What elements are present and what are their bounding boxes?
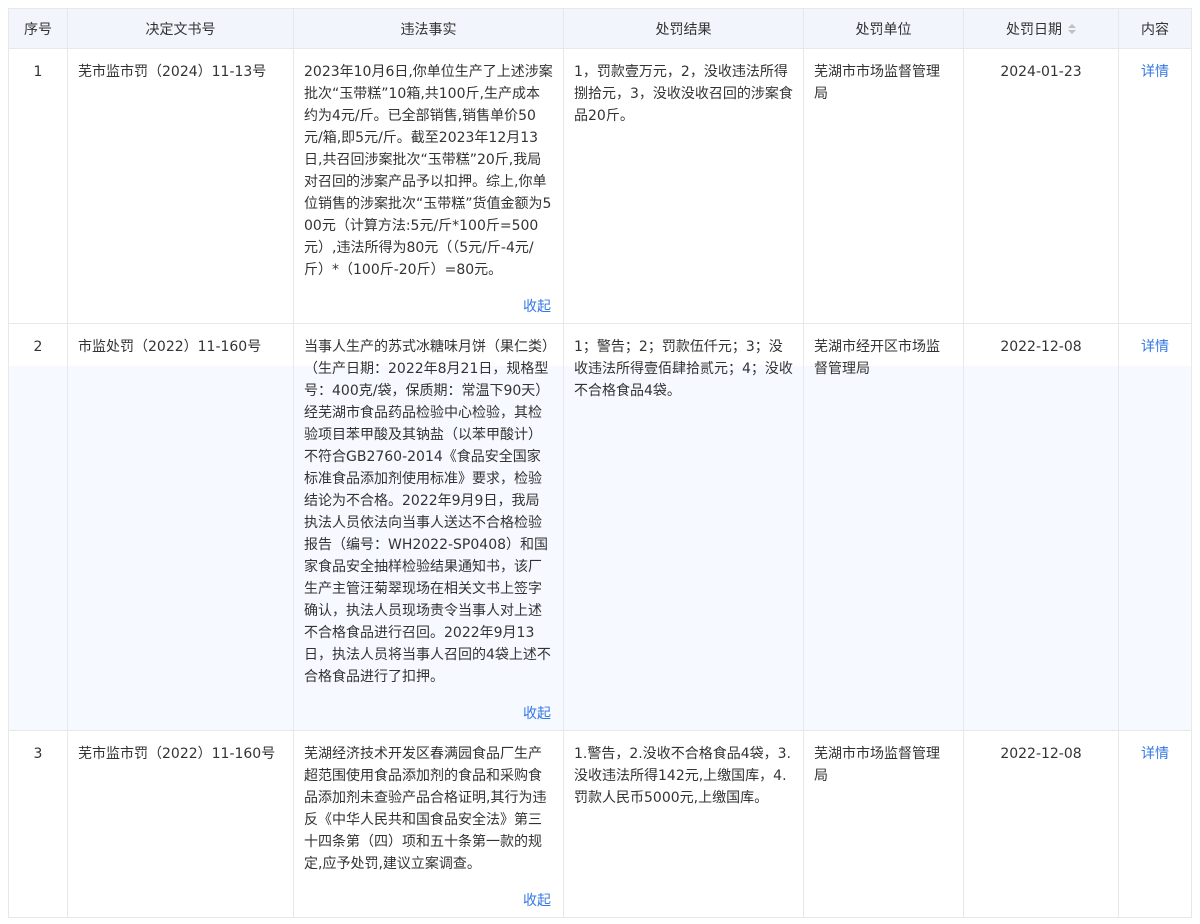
detail-link[interactable]: 详情 — [1141, 339, 1169, 355]
row-unit: 芜湖市市场监督管理局 — [814, 64, 940, 102]
row-result: 1，罚款壹万元，2，没收违法所得捌拾元，3，没收没收召回的涉案食品20斤。 — [574, 64, 793, 124]
cell-unit: 芜湖市经开区市场监督管理局 — [803, 324, 963, 731]
row-doc-no: 市监处罚（2022）11-160号 — [78, 339, 262, 355]
cell-unit: 芜湖市市场监督管理局 — [803, 49, 963, 324]
row-result: 1.警告，2.没收不合格食品4袋，3.没收违法所得142元,上缴国库，4.罚款人… — [574, 746, 791, 806]
table-row: 2 市监处罚（2022）11-160号 当事人生产的苏式冰糖味月饼（果仁类）（生… — [8, 324, 1192, 731]
header-doc-no: 决定文书号 — [67, 8, 293, 49]
header-facts-label: 违法事实 — [400, 21, 457, 38]
cell-facts: 当事人生产的苏式冰糖味月饼（果仁类）（生产日期：2022年8月21日，规格型号：… — [293, 324, 563, 731]
header-index: 序号 — [8, 8, 67, 49]
cell-result: 1，罚款壹万元，2，没收违法所得捌拾元，3，没收没收召回的涉案食品20斤。 — [563, 49, 803, 324]
row-date: 2022-12-08 — [1000, 339, 1082, 355]
header-result: 处罚结果 — [563, 8, 803, 49]
cell-doc-no: 市监处罚（2022）11-160号 — [67, 324, 293, 731]
collapse-link[interactable]: 收起 — [523, 891, 551, 911]
cell-date: 2024-01-23 — [963, 49, 1118, 324]
cell-result: 1.警告，2.没收不合格食品4袋，3.没收违法所得142元,上缴国库，4.罚款人… — [563, 731, 803, 918]
sort-caret-icon[interactable] — [1068, 23, 1076, 34]
table-row: 1 芜市监市罚（2024）11-13号 2023年10月6日,你单位生产了上述涉… — [8, 49, 1192, 324]
table-header: 序号 决定文书号 违法事实 处罚结果 处罚单位 处罚日期 内容 — [8, 8, 1192, 49]
cell-content: 详情 — [1118, 49, 1192, 324]
collapse-link[interactable]: 收起 — [523, 297, 551, 317]
row-facts: 芜湖经济技术开发区春满园食品厂生产超范围使用食品添加剂的食品和采购食品添加剂未查… — [304, 746, 547, 872]
cell-index: 3 — [8, 731, 67, 918]
detail-link[interactable]: 详情 — [1141, 746, 1169, 762]
header-result-label: 处罚结果 — [655, 21, 712, 38]
cell-facts: 芜湖经济技术开发区春满园食品厂生产超范围使用食品添加剂的食品和采购食品添加剂未查… — [293, 731, 563, 918]
collapse-link[interactable]: 收起 — [523, 704, 551, 724]
row-result: 1；警告；2；罚款伍仟元；3；没收违法所得壹佰肆拾贰元；4；没收不合格食品4袋。 — [574, 339, 793, 399]
cell-doc-no: 芜市监市罚（2022）11-160号 — [67, 731, 293, 918]
row-facts: 当事人生产的苏式冰糖味月饼（果仁类）（生产日期：2022年8月21日，规格型号：… — [304, 339, 551, 685]
header-content-label: 内容 — [1141, 21, 1169, 38]
header-unit-label: 处罚单位 — [855, 21, 912, 38]
row-doc-no: 芜市监市罚（2024）11-13号 — [78, 64, 267, 80]
header-index-label: 序号 — [24, 21, 52, 38]
header-facts: 违法事实 — [293, 8, 563, 49]
detail-link[interactable]: 详情 — [1141, 64, 1169, 80]
header-date-label: 处罚日期 — [1006, 21, 1062, 38]
cell-date: 2022-12-08 — [963, 324, 1118, 731]
header-content: 内容 — [1118, 8, 1192, 49]
cell-facts: 2023年10月6日,你单位生产了上述涉案批次“玉带糕”10箱,共100斤,生产… — [293, 49, 563, 324]
table-row: 3 芜市监市罚（2022）11-160号 芜湖经济技术开发区春满园食品厂生产超范… — [8, 731, 1192, 918]
row-doc-no: 芜市监市罚（2022）11-160号 — [78, 746, 276, 762]
row-unit: 芜湖市经开区市场监督管理局 — [814, 339, 940, 377]
header-doc-no-label: 决定文书号 — [145, 21, 216, 38]
row-date: 2022-12-08 — [1000, 746, 1082, 762]
row-index: 1 — [33, 64, 43, 80]
row-facts: 2023年10月6日,你单位生产了上述涉案批次“玉带糕”10箱,共100斤,生产… — [304, 64, 553, 278]
cell-unit: 芜湖市市场监督管理局 — [803, 731, 963, 918]
cell-doc-no: 芜市监市罚（2024）11-13号 — [67, 49, 293, 324]
header-date-sortable[interactable]: 处罚日期 — [963, 8, 1118, 49]
row-unit: 芜湖市市场监督管理局 — [814, 746, 940, 784]
row-index: 2 — [33, 339, 43, 355]
cell-index: 1 — [8, 49, 67, 324]
cell-index: 2 — [8, 324, 67, 731]
header-unit: 处罚单位 — [803, 8, 963, 49]
cell-date: 2022-12-08 — [963, 731, 1118, 918]
cell-result: 1；警告；2；罚款伍仟元；3；没收违法所得壹佰肆拾贰元；4；没收不合格食品4袋。 — [563, 324, 803, 731]
row-index: 3 — [33, 746, 43, 762]
row-date: 2024-01-23 — [1000, 64, 1082, 80]
cell-content: 详情 — [1118, 324, 1192, 731]
cell-content: 详情 — [1118, 731, 1192, 918]
